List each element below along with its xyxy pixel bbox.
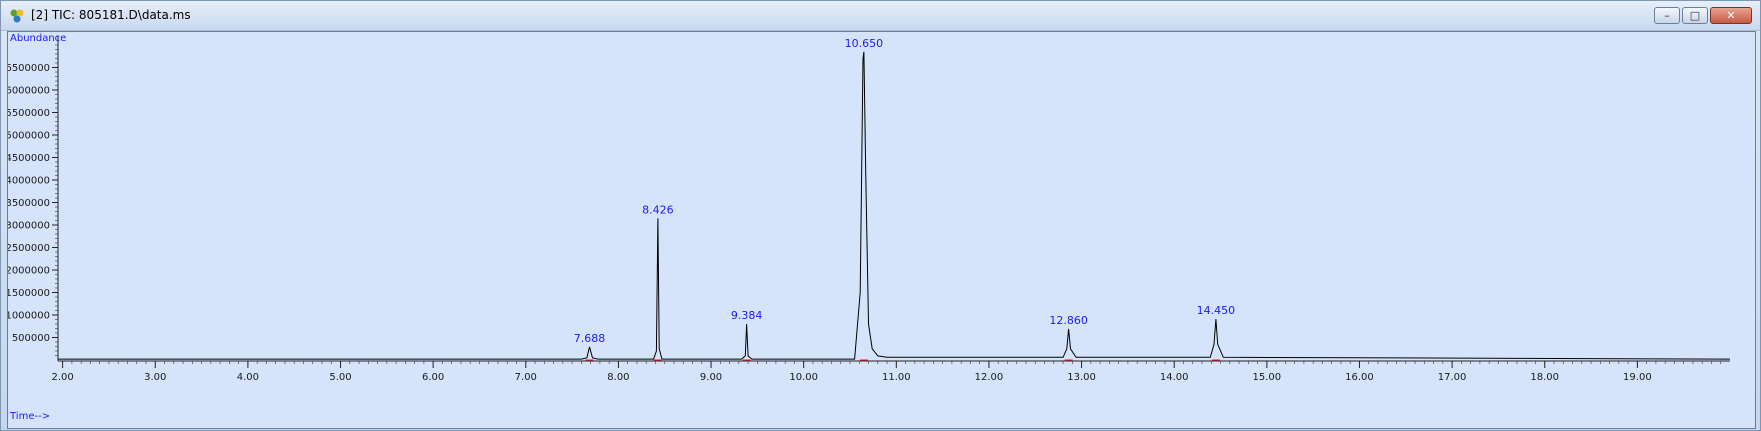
y-tick-label: 6000000 (8, 86, 50, 97)
peak-label: 8.426 (642, 203, 674, 216)
peak-label: 14.450 (1197, 304, 1236, 317)
x-tick-label: 2.00 (51, 372, 73, 383)
y-tick-label: 1500000 (8, 288, 50, 299)
chemstation-app-icon (10, 9, 24, 23)
y-tick-label: 5000000 (8, 131, 50, 142)
close-button[interactable]: ✕ (1710, 7, 1752, 24)
maximize-icon: □ (1689, 9, 1701, 22)
x-tick-label: 11.00 (882, 372, 911, 383)
minimize-icon: – (1664, 9, 1670, 22)
peak-label: 7.688 (574, 332, 606, 345)
y-axis-label: Abundance (10, 33, 66, 44)
y-tick-label: 3000000 (8, 221, 50, 232)
x-tick-label: 13.00 (1067, 372, 1096, 383)
tic-trace-line (58, 51, 1731, 360)
close-icon: ✕ (1726, 9, 1736, 22)
x-tick-label: 12.00 (975, 372, 1004, 383)
minimize-button[interactable]: – (1654, 7, 1680, 24)
y-tick-label: 1000000 (8, 311, 50, 322)
x-tick-label: 18.00 (1530, 372, 1559, 383)
x-axis-label: Time--> (9, 411, 50, 422)
peak-label: 12.860 (1049, 314, 1088, 327)
y-tick-label: 6500000 (8, 63, 50, 74)
y-tick-label: 4000000 (8, 176, 50, 187)
maximize-button[interactable]: □ (1682, 7, 1708, 24)
y-tick-label: 2000000 (8, 266, 50, 277)
peak-label: 9.384 (731, 309, 763, 322)
chromatogram-plot-area[interactable]: 2.00 3.00 4.00 5.00 6.00 7.00 8.00 9.00 10.00 11.… (7, 31, 1756, 429)
y-tick-label: 2500000 (8, 243, 50, 254)
x-tick-label: 10.00 (789, 372, 818, 383)
y-tick-label: 3500000 (8, 198, 50, 209)
x-tick-label: 15.00 (1253, 372, 1282, 383)
x-tick-label: 14.00 (1160, 372, 1189, 383)
x-tick-label: 6.00 (422, 372, 444, 383)
x-tick-label: 4.00 (237, 372, 259, 383)
window-title: [2] TIC: 805181.D\data.ms (31, 8, 191, 22)
x-tick-label: 5.00 (329, 372, 351, 383)
x-tick-label: 17.00 (1438, 372, 1467, 383)
x-tick-label: 16.00 (1345, 372, 1374, 383)
x-tick-label: 7.00 (515, 372, 537, 383)
x-tick-label: 9.00 (700, 372, 722, 383)
title-bar[interactable]: [2] TIC: 805181.D\data.ms – □ ✕ (1, 1, 1760, 31)
tic-chart[interactable]: 2.00 3.00 4.00 5.00 6.00 7.00 8.00 9.00 10.00 11.… (8, 32, 1755, 428)
y-tick-label: 500000 (12, 333, 50, 344)
x-tick-label: 8.00 (607, 372, 629, 383)
y-tick-label: 5500000 (8, 108, 50, 119)
x-tick-label: 19.00 (1623, 372, 1652, 383)
chromatogram-window: [2] TIC: 805181.D\data.ms – □ ✕ 2.00 3.00… (0, 0, 1761, 431)
y-tick-label: 4500000 (8, 153, 50, 164)
peak-label: 10.650 (845, 37, 884, 50)
x-tick-label: 3.00 (144, 372, 166, 383)
